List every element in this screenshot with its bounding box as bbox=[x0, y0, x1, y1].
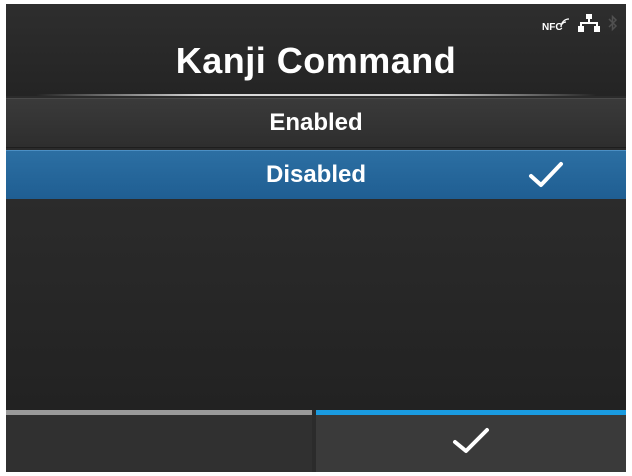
network-icon bbox=[578, 14, 600, 37]
printer-screen: Kanji Command NFC Enabled Disabled bbox=[6, 4, 626, 472]
header-divider bbox=[36, 94, 596, 96]
page-title: Kanji Command bbox=[175, 40, 457, 81]
nfc-icon: NFC bbox=[542, 16, 570, 36]
bluetooth-icon bbox=[608, 14, 618, 37]
list-empty-area bbox=[6, 200, 626, 410]
check-icon bbox=[452, 427, 490, 460]
confirm-button[interactable] bbox=[316, 410, 626, 472]
header: Kanji Command NFC bbox=[6, 4, 626, 96]
option-label: Disabled bbox=[265, 161, 367, 188]
status-icons: NFC bbox=[542, 14, 618, 37]
left-soft-button[interactable] bbox=[6, 410, 312, 472]
option-label: Enabled bbox=[269, 109, 363, 136]
check-icon bbox=[528, 161, 564, 196]
option-disabled[interactable]: Disabled bbox=[6, 150, 626, 199]
option-enabled[interactable]: Enabled bbox=[6, 98, 626, 148]
